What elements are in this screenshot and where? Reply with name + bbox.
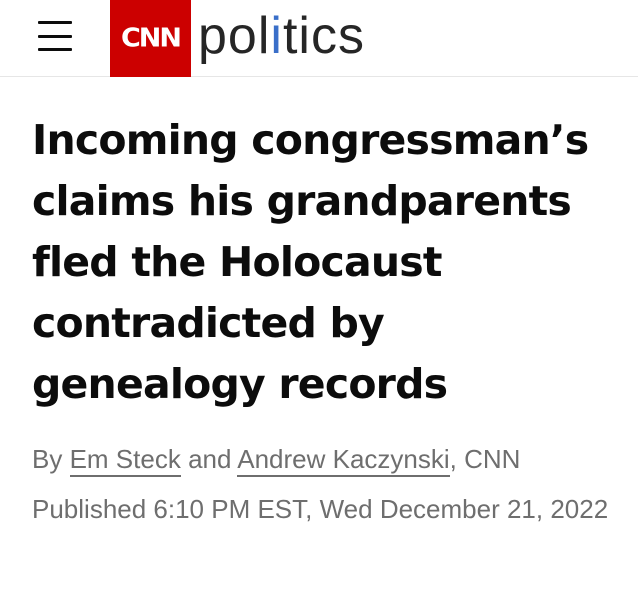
byline: By Em Steck and Andrew Kaczynski, CNN	[32, 441, 622, 477]
byline-suffix: , CNN	[449, 444, 521, 474]
article-headline: Incoming congressman’s claims his grandp…	[32, 116, 589, 408]
byline-conjunction: and	[188, 444, 232, 474]
author-link-em-steck[interactable]: Em Steck	[69, 444, 181, 477]
cnn-logo[interactable]: CNN	[110, 0, 191, 77]
byline-prefix: By	[32, 444, 63, 474]
hamburger-menu-icon[interactable]	[38, 21, 72, 51]
cnn-logo-text: CNN	[120, 23, 182, 54]
section-title-part1: pol	[198, 7, 271, 65]
section-title-accent: i	[270, 7, 283, 65]
section-title-politics[interactable]: politics	[198, 6, 365, 66]
section-title-part2: tics	[282, 7, 365, 65]
site-header: CNN politics	[0, 0, 638, 77]
author-link-andrew-kaczynski[interactable]: Andrew Kaczynski	[237, 444, 450, 477]
published-timestamp: Published 6:10 PM EST, Wed December 21, …	[32, 494, 609, 524]
